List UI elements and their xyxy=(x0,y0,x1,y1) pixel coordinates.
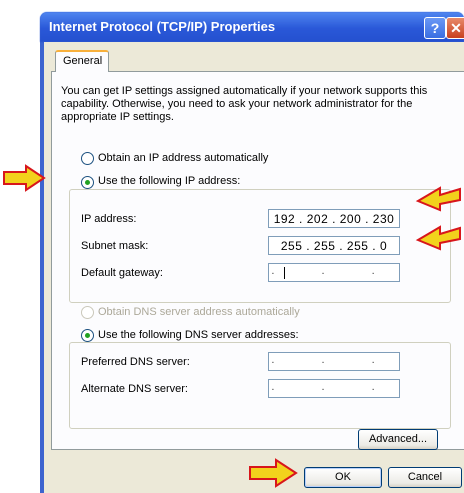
default-gateway-label: Default gateway: xyxy=(81,267,163,279)
preferred-dns-input[interactable]: . . . xyxy=(268,352,400,371)
dialog-window: Internet Protocol (TCP/IP) Properties ? … xyxy=(40,12,464,493)
preferred-dns-dots: . . . xyxy=(271,354,397,366)
subnet-mask-input[interactable]: 255 . 255 . 255 . 0 xyxy=(268,236,400,255)
annotation-arrow-right-icon xyxy=(3,164,46,192)
ip-address-label: IP address: xyxy=(81,213,137,225)
cancel-button[interactable]: Cancel xyxy=(388,467,462,488)
annotation-arrow-left-icon xyxy=(415,186,461,212)
advanced-button[interactable]: Advanced... xyxy=(358,429,438,450)
close-button[interactable]: ✕ xyxy=(446,17,464,39)
alternate-dns-label: Alternate DNS server: xyxy=(81,383,188,395)
use-following-dns-radio[interactable] xyxy=(81,329,94,342)
window-title: Internet Protocol (TCP/IP) Properties xyxy=(49,19,276,34)
tab-general-label: General xyxy=(63,55,103,67)
use-following-ip-label[interactable]: Use the following IP address: xyxy=(98,175,244,187)
obtain-dns-auto-label: Obtain DNS server address automatically xyxy=(98,306,300,318)
annotation-arrow-right-icon xyxy=(249,458,298,488)
use-following-ip-radio[interactable] xyxy=(81,176,94,189)
preferred-dns-label: Preferred DNS server: xyxy=(81,356,190,368)
obtain-ip-auto-label[interactable]: Obtain an IP address automatically xyxy=(98,152,268,164)
subnet-mask-label: Subnet mask: xyxy=(81,240,149,252)
help-button[interactable]: ? xyxy=(424,17,446,39)
ip-address-value: 192 . 202 . 200 . 230 xyxy=(273,212,395,226)
tab-general[interactable]: General xyxy=(55,50,109,72)
obtain-dns-auto-radio[interactable] xyxy=(81,306,94,319)
default-gateway-dots: . . . xyxy=(271,265,397,277)
dialog-client-area: General You can get IP settings assigned… xyxy=(44,42,464,493)
close-icon: ✕ xyxy=(450,20,462,36)
default-gateway-input[interactable]: . . . xyxy=(268,263,400,282)
alternate-dns-input[interactable]: . . . xyxy=(268,379,400,398)
obtain-ip-auto-radio[interactable] xyxy=(81,152,94,165)
ip-address-input[interactable]: 192 . 202 . 200 . 230 xyxy=(268,209,400,228)
subnet-mask-value: 255 . 255 . 255 . 0 xyxy=(280,239,388,253)
question-icon: ? xyxy=(430,20,440,36)
use-following-dns-label[interactable]: Use the following DNS server addresses: xyxy=(98,329,302,341)
alternate-dns-dots: . . . xyxy=(271,381,397,393)
intro-text: You can get IP settings assigned automat… xyxy=(61,85,428,123)
annotation-arrow-left-icon xyxy=(415,225,461,251)
ok-button[interactable]: OK xyxy=(304,467,382,488)
